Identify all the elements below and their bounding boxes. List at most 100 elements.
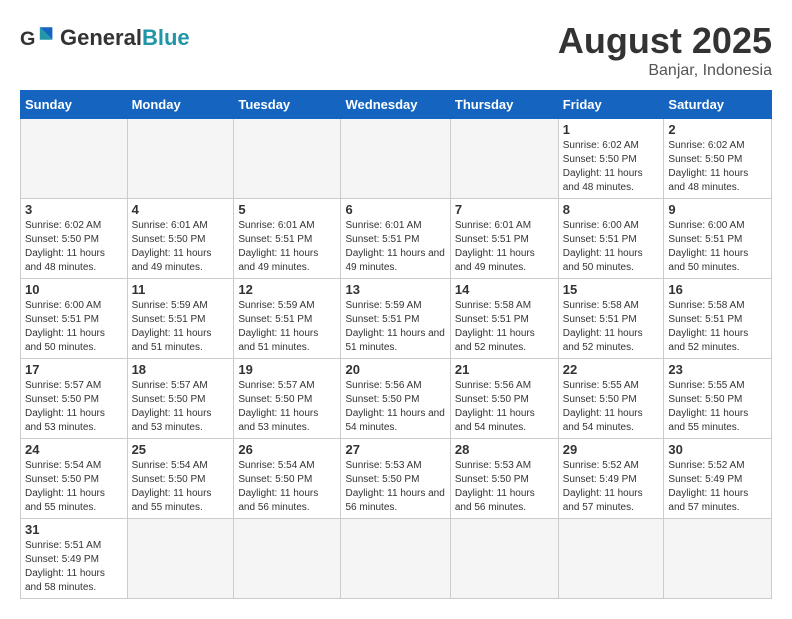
day-number: 20 [345,362,445,377]
day-info: Sunrise: 5:55 AM Sunset: 5:50 PM Dayligh… [668,379,767,435]
calendar-cell: 31 Sunrise: 5:51 AM Sunset: 5:49 PM Dayli… [21,519,128,599]
day-info: Sunrise: 5:55 AM Sunset: 5:50 PM Dayligh… [563,379,660,435]
calendar-cell: 9Sunrise: 6:00 AM Sunset: 5:51 PM Daylig… [664,199,772,279]
day-info: Sunrise: 6:02 AM Sunset: 5:50 PM Dayligh… [25,219,123,275]
calendar-cell [127,119,234,199]
calendar-cell [21,119,128,199]
day-number: 12 [238,282,336,297]
day-info: Sunrise: 5:58 AM Sunset: 5:51 PM Dayligh… [668,299,767,355]
weekday-header-friday: Friday [558,91,664,119]
day-info: Sunrise: 5:59 AM Sunset: 5:51 PM Dayligh… [132,299,230,355]
day-number: 15 [563,282,660,297]
weekday-header-row: SundayMondayTuesdayWednesdayThursdayFrid… [21,91,772,119]
day-info: Sunrise: 5:54 AM Sunset: 5:50 PM Dayligh… [132,459,230,515]
day-number: 18 [132,362,230,377]
day-number: 7 [455,202,554,217]
day-number: 11 [132,282,230,297]
day-number: 30 [668,442,767,457]
day-number: 24 [25,442,123,457]
calendar-cell: 16 Sunrise: 5:58 AM Sunset: 5:51 PM Dayli… [664,279,772,359]
calendar-cell: 1 Sunrise: 6:02 AM Sunset: 5:50 PM Daylig… [558,119,664,199]
calendar-cell: 18 Sunrise: 5:57 AM Sunset: 5:50 PM Dayli… [127,359,234,439]
day-info: Sunrise: 5:58 AM Sunset: 5:51 PM Dayligh… [563,299,660,355]
day-info: Sunrise: 6:00 AM Sunset: 5:51 PM Dayligh… [563,219,660,275]
calendar-cell: 20Sunrise: 5:56 AM Sunset: 5:50 PM Dayli… [341,359,450,439]
calendar-cell: 23 Sunrise: 5:55 AM Sunset: 5:50 PM Dayli… [664,359,772,439]
calendar-week-row: 17 Sunrise: 5:57 AM Sunset: 5:50 PM Dayli… [21,359,772,439]
day-number: 27 [345,442,445,457]
weekday-header-tuesday: Tuesday [234,91,341,119]
calendar-table: SundayMondayTuesdayWednesdayThursdayFrid… [20,90,772,599]
day-info: Sunrise: 5:57 AM Sunset: 5:50 PM Dayligh… [25,379,123,435]
calendar-week-row: 1 Sunrise: 6:02 AM Sunset: 5:50 PM Daylig… [21,119,772,199]
day-number: 6 [345,202,445,217]
calendar-cell [234,519,341,599]
calendar-cell: 19 Sunrise: 5:57 AM Sunset: 5:50 PM Dayli… [234,359,341,439]
calendar-cell: 17 Sunrise: 5:57 AM Sunset: 5:50 PM Dayli… [21,359,128,439]
calendar-cell: 4 Sunrise: 6:01 AM Sunset: 5:50 PM Daylig… [127,199,234,279]
day-number: 16 [668,282,767,297]
logo-blue-text: Blue [142,25,190,50]
weekday-header-wednesday: Wednesday [341,91,450,119]
calendar-cell: 24 Sunrise: 5:54 AM Sunset: 5:50 PM Dayli… [21,439,128,519]
day-info: Sunrise: 6:02 AM Sunset: 5:50 PM Dayligh… [563,139,660,195]
calendar-cell: 11 Sunrise: 5:59 AM Sunset: 5:51 PM Dayli… [127,279,234,359]
day-info: Sunrise: 6:01 AM Sunset: 5:50 PM Dayligh… [132,219,230,275]
logo: G GeneralBlue [20,20,190,56]
weekday-header-monday: Monday [127,91,234,119]
day-number: 9 [668,202,767,217]
calendar-cell: 14 Sunrise: 5:58 AM Sunset: 5:51 PM Dayli… [450,279,558,359]
calendar-week-row: 24 Sunrise: 5:54 AM Sunset: 5:50 PM Dayli… [21,439,772,519]
day-info: Sunrise: 6:02 AM Sunset: 5:50 PM Dayligh… [668,139,767,195]
day-info: Sunrise: 5:57 AM Sunset: 5:50 PM Dayligh… [238,379,336,435]
day-number: 1 [563,122,660,137]
day-number: 13 [345,282,445,297]
page-header: G GeneralBlue August 2025 Banjar, Indone… [20,20,772,80]
day-number: 22 [563,362,660,377]
day-number: 4 [132,202,230,217]
day-number: 23 [668,362,767,377]
day-number: 29 [563,442,660,457]
day-info: Sunrise: 6:01 AM Sunset: 5:51 PM Dayligh… [345,219,445,275]
day-info: Sunrise: 5:53 AM Sunset: 5:50 PM Dayligh… [455,459,554,515]
calendar-cell [234,119,341,199]
day-number: 25 [132,442,230,457]
day-number: 31 [25,522,123,537]
calendar-cell [450,519,558,599]
calendar-week-row: 3Sunrise: 6:02 AM Sunset: 5:50 PM Daylig… [21,199,772,279]
day-info: Sunrise: 5:56 AM Sunset: 5:50 PM Dayligh… [455,379,554,435]
calendar-cell [341,119,450,199]
weekday-header-saturday: Saturday [664,91,772,119]
day-info: Sunrise: 6:00 AM Sunset: 5:51 PM Dayligh… [25,299,123,355]
day-info: Sunrise: 5:54 AM Sunset: 5:50 PM Dayligh… [238,459,336,515]
day-number: 19 [238,362,336,377]
calendar-cell: 2 Sunrise: 6:02 AM Sunset: 5:50 PM Daylig… [664,119,772,199]
calendar-cell [558,519,664,599]
calendar-cell [664,519,772,599]
svg-text:G: G [20,28,35,50]
calendar-cell: 7Sunrise: 6:01 AM Sunset: 5:51 PM Daylig… [450,199,558,279]
day-info: Sunrise: 5:51 AM Sunset: 5:49 PM Dayligh… [25,539,123,595]
calendar-cell: 10Sunrise: 6:00 AM Sunset: 5:51 PM Dayli… [21,279,128,359]
day-number: 17 [25,362,123,377]
day-info: Sunrise: 5:54 AM Sunset: 5:50 PM Dayligh… [25,459,123,515]
title-block: August 2025 Banjar, Indonesia [558,20,772,80]
calendar-cell [341,519,450,599]
day-info: Sunrise: 5:57 AM Sunset: 5:50 PM Dayligh… [132,379,230,435]
day-number: 14 [455,282,554,297]
calendar-cell: 21 Sunrise: 5:56 AM Sunset: 5:50 PM Dayli… [450,359,558,439]
calendar-cell: 13Sunrise: 5:59 AM Sunset: 5:51 PM Dayli… [341,279,450,359]
logo-general-text: General [60,25,142,50]
day-info: Sunrise: 5:58 AM Sunset: 5:51 PM Dayligh… [455,299,554,355]
day-number: 5 [238,202,336,217]
day-number: 2 [668,122,767,137]
day-number: 8 [563,202,660,217]
day-info: Sunrise: 5:52 AM Sunset: 5:49 PM Dayligh… [668,459,767,515]
day-number: 26 [238,442,336,457]
calendar-cell: 30 Sunrise: 5:52 AM Sunset: 5:49 PM Dayli… [664,439,772,519]
day-info: Sunrise: 6:01 AM Sunset: 5:51 PM Dayligh… [238,219,336,275]
day-number: 21 [455,362,554,377]
weekday-header-sunday: Sunday [21,91,128,119]
day-number: 28 [455,442,554,457]
calendar-cell: 27Sunrise: 5:53 AM Sunset: 5:50 PM Dayli… [341,439,450,519]
